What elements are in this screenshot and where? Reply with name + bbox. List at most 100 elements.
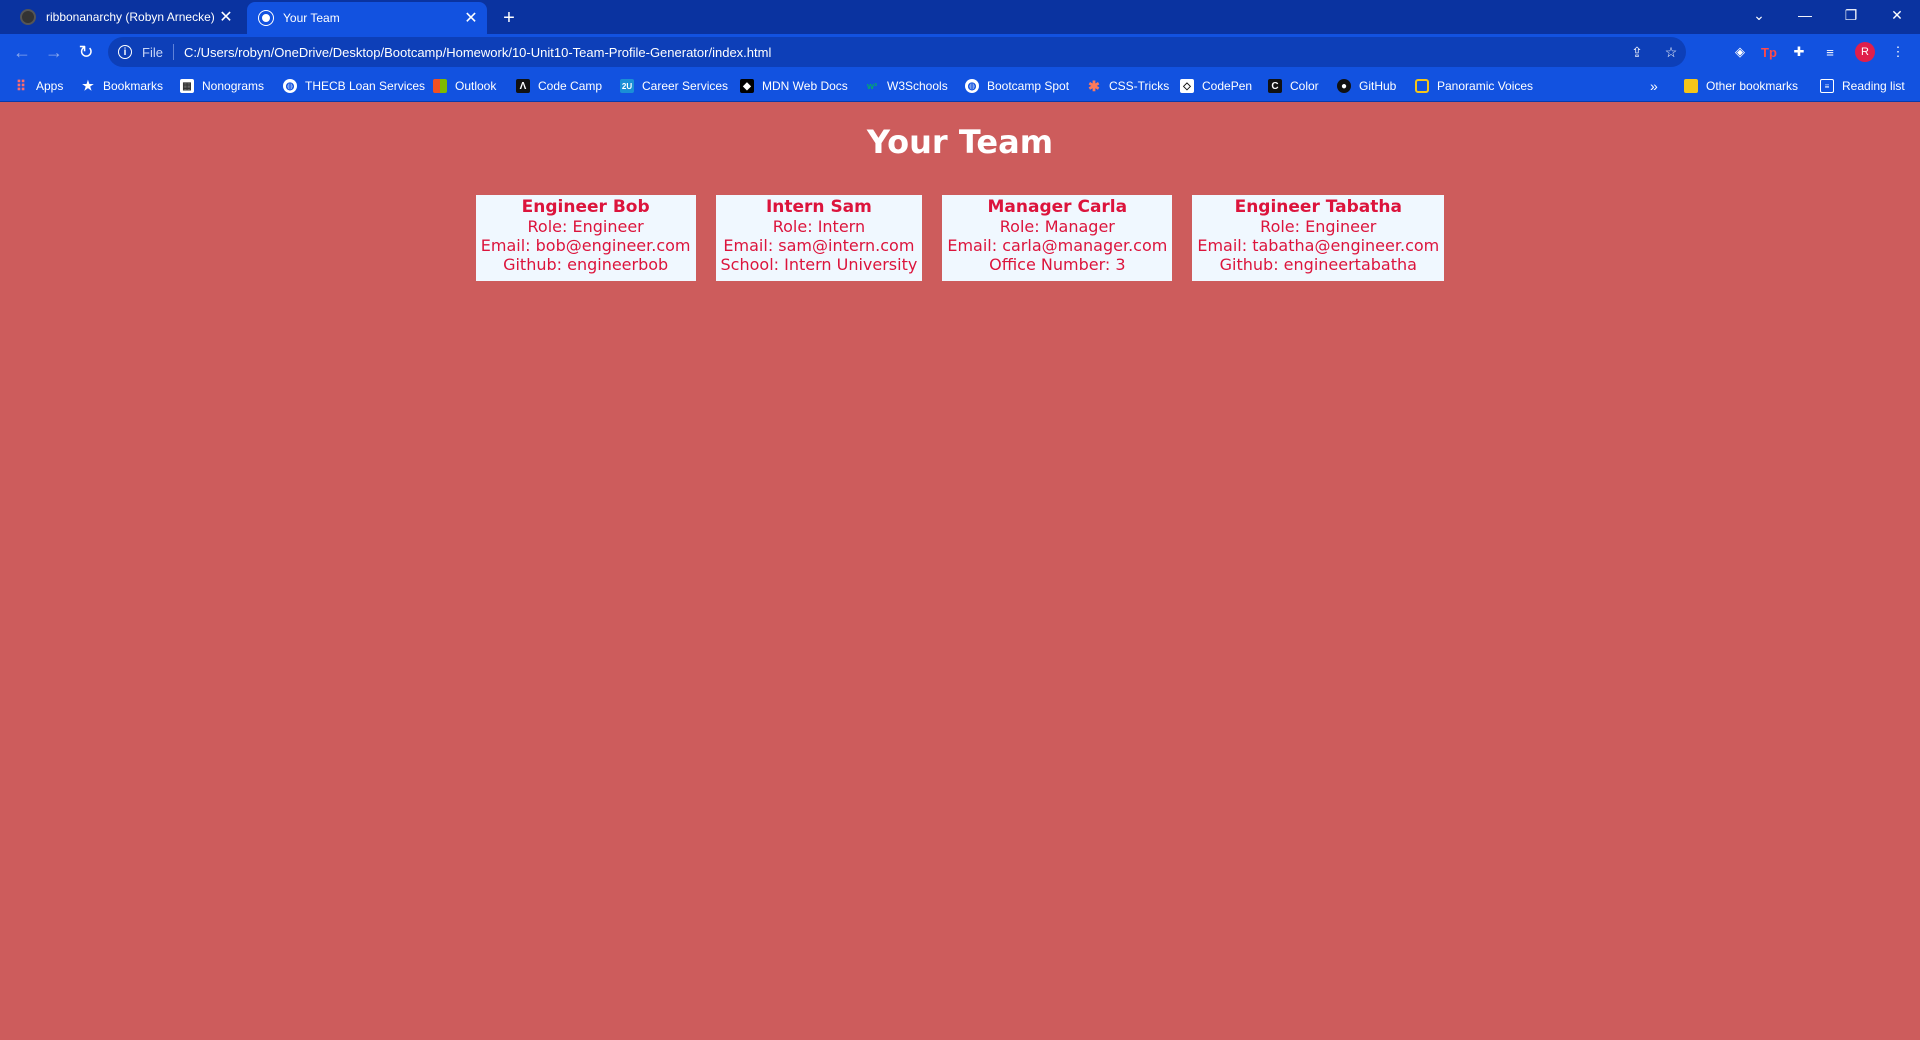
github-icon: ● — [1337, 79, 1351, 93]
bookmark-label: Bootcamp Spot — [987, 79, 1070, 93]
card-name: Engineer Bob — [521, 197, 650, 217]
card-email: Email: tabatha@engineer.com — [1197, 236, 1440, 255]
bookmark-label: Bookmarks — [103, 79, 164, 93]
bookmark-github[interactable]: ● GitHub — [1337, 77, 1396, 95]
tab-github[interactable]: ribbonanarchy (Robyn Arnecke) ✕ — [12, 0, 242, 34]
color-icon: C — [1268, 79, 1282, 93]
microsoft-icon — [433, 79, 447, 93]
bookmarks-overflow-button[interactable]: » — [1650, 77, 1658, 95]
team-card: Engineer Bob Role: Engineer Email: bob@e… — [475, 195, 696, 281]
restore-button[interactable]: ❐ — [1828, 0, 1874, 30]
bookmark-bootcamp-spot[interactable]: ◍ Bootcamp Spot — [965, 77, 1069, 95]
profile-avatar[interactable]: R — [1855, 42, 1875, 62]
forward-button[interactable]: → — [42, 40, 66, 64]
bookmark-codepen[interactable]: ◇ CodePen — [1180, 77, 1252, 95]
bookmark-career-services[interactable]: 2U Career Services — [620, 77, 728, 95]
bookmark-w3schools[interactable]: w³ W3Schools — [865, 77, 948, 95]
mdn-icon: ◆ — [740, 79, 754, 93]
bookmark-label: Code Camp — [538, 79, 603, 93]
bookmarks-bar: ⠿ Apps ★ Bookmarks ▦ Nonograms ◍ THECB L… — [0, 70, 1920, 102]
reading-list[interactable]: ≡ Reading list — [1820, 77, 1905, 95]
bookmark-nonograms[interactable]: ▦ Nonograms — [180, 77, 264, 95]
minimize-button[interactable]: — — [1782, 0, 1828, 30]
card-name: Intern Sam — [765, 197, 872, 217]
card-name: Engineer Tabatha — [1234, 197, 1402, 217]
tab-title: Your Team — [283, 11, 340, 25]
page-content: Your Team Engineer Bob Role: Engineer Em… — [0, 103, 1920, 1040]
globe-icon: ◍ — [965, 79, 979, 93]
menu-kebab-icon[interactable]: ⋮ — [1886, 40, 1910, 64]
bookmark-apps[interactable]: ⠿ Apps — [14, 77, 64, 95]
bookmark-panoramic-voices[interactable]: Panoramic Voices — [1415, 77, 1533, 95]
bookmark-label: Panoramic Voices — [1437, 79, 1534, 93]
url-scheme: File — [142, 44, 163, 60]
browser-toolbar: ← → ↻ i File C:/Users/robyn/OneDrive/Des… — [0, 34, 1920, 70]
url-text[interactable]: C:/Users/robyn/OneDrive/Desktop/Bootcamp… — [184, 45, 771, 60]
info-icon[interactable]: i — [118, 45, 132, 59]
css-tricks-icon: ✱ — [1088, 77, 1100, 94]
card-email: Email: carla@manager.com — [947, 236, 1168, 255]
tp-extension-icon[interactable]: Tp — [1757, 40, 1781, 64]
tab-your-team[interactable]: Your Team ✕ — [247, 2, 487, 34]
tab-strip: ribbonanarchy (Robyn Arnecke) ✕ Your Tea… — [0, 0, 1920, 34]
globe-icon — [259, 11, 273, 25]
bookmark-mdn[interactable]: ◆ MDN Web Docs — [740, 77, 848, 95]
other-bookmarks[interactable]: Other bookmarks — [1684, 77, 1798, 95]
new-tab-button[interactable]: + — [497, 6, 521, 30]
bookmark-label: GitHub — [1359, 79, 1397, 93]
team-cards: Engineer Bob Role: Engineer Email: bob@e… — [0, 195, 1920, 281]
bookmark-label: Nonograms — [202, 79, 265, 93]
bookmark-label: Apps — [36, 79, 64, 93]
code-camp-icon: Λ — [516, 79, 530, 93]
card-role: Role: Intern — [772, 217, 866, 236]
bookmark-label: Career Services — [642, 79, 729, 93]
back-button[interactable]: ← — [10, 40, 34, 64]
team-card: Intern Sam Role: Intern Email: sam@inter… — [715, 195, 923, 281]
card-extra: Github: engineertabatha — [1219, 255, 1417, 274]
star-icon: ★ — [82, 78, 94, 93]
card-extra: Github: engineerbob — [503, 255, 669, 274]
bookmark-color[interactable]: C Color — [1268, 77, 1319, 95]
media-control-icon[interactable]: ≡ — [1818, 40, 1842, 64]
reload-button[interactable]: ↻ — [74, 40, 98, 64]
close-icon[interactable]: ✕ — [461, 8, 481, 28]
bookmark-label: MDN Web Docs — [762, 79, 848, 93]
card-email: Email: bob@engineer.com — [480, 236, 691, 255]
close-icon[interactable]: ✕ — [216, 7, 236, 27]
bookmark-thecb[interactable]: ◍ THECB Loan Services — [283, 77, 425, 95]
card-role: Role: Manager — [999, 217, 1115, 236]
card-email: Email: sam@intern.com — [723, 236, 915, 255]
panoramic-icon — [1415, 79, 1429, 93]
w3schools-icon: w³ — [867, 81, 877, 91]
ublock-extension-icon[interactable]: ◈ — [1728, 40, 1752, 64]
folder-icon — [1684, 79, 1698, 93]
card-extra: School: Intern University — [720, 255, 918, 274]
reading-list-icon: ≡ — [1820, 79, 1834, 93]
card-name: Manager Carla — [987, 197, 1128, 217]
bookmark-label: CSS-Tricks — [1109, 79, 1170, 93]
tab-search-icon[interactable]: ⌄ — [1736, 0, 1782, 30]
card-extra: Office Number: 3 — [989, 255, 1126, 274]
tab-title: ribbonanarchy (Robyn Arnecke) — [46, 10, 215, 24]
card-role: Role: Engineer — [1260, 217, 1377, 236]
bookmark-label: THECB Loan Services — [305, 79, 426, 93]
card-role: Role: Engineer — [527, 217, 644, 236]
close-window-button[interactable]: ✕ — [1874, 0, 1920, 30]
extensions-puzzle-icon[interactable]: ✚ — [1787, 40, 1811, 64]
page-title: Your Team — [866, 123, 1054, 161]
bookmark-outlook[interactable]: Outlook — [433, 77, 496, 95]
bookmark-bookmarks[interactable]: ★ Bookmarks — [81, 77, 163, 95]
bookmark-css-tricks[interactable]: ✱ CSS-Tricks — [1087, 77, 1169, 95]
bookmark-label: Other bookmarks — [1706, 79, 1799, 93]
bookmark-label: Outlook — [455, 79, 497, 93]
globe-icon: ◍ — [283, 79, 297, 93]
address-bar[interactable]: i File C:/Users/robyn/OneDrive/Desktop/B… — [108, 37, 1686, 67]
bookmark-star-icon[interactable]: ☆ — [1660, 41, 1682, 63]
team-card: Engineer Tabatha Role: Engineer Email: t… — [1192, 195, 1445, 281]
apps-grid-icon: ⠿ — [15, 77, 27, 94]
nonograms-icon: ▦ — [180, 79, 194, 93]
share-icon[interactable]: ⇪ — [1626, 41, 1648, 63]
bookmark-label: Color — [1290, 79, 1319, 93]
bookmark-label: Reading list — [1842, 79, 1905, 93]
bookmark-code-camp[interactable]: Λ Code Camp — [516, 77, 602, 95]
